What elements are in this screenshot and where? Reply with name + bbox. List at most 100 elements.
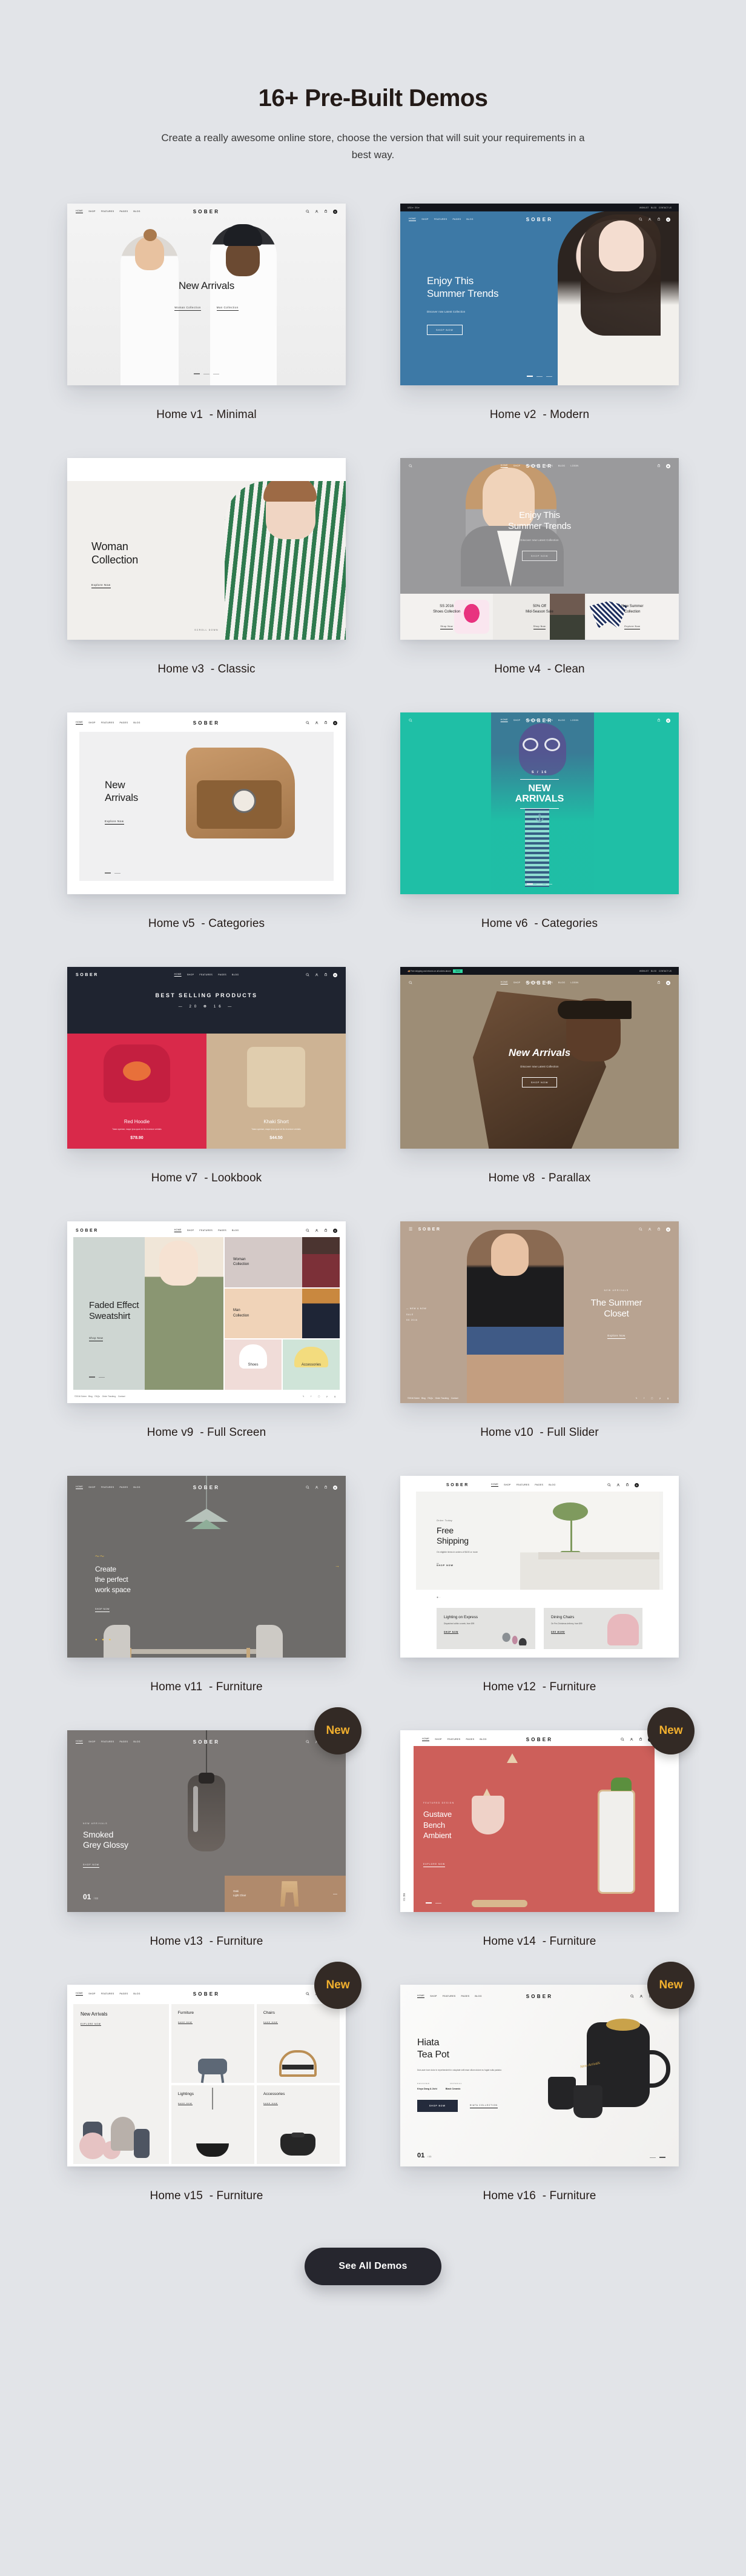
demo-card-v2[interactable]: Enjoy This Summer Trends Discover now La… [400,199,679,453]
promo-tile[interactable]: Dining Chairs On Pre-Christmas delivery,… [544,1608,642,1650]
nav-link-home[interactable]: HOME [490,1483,499,1487]
slider-dots[interactable] [89,1376,105,1378]
nav-links[interactable]: HOME SHOP FEATURES PAGES BLOG [409,217,474,222]
demo-preview-v3[interactable]: Woman Collection Explore Now SCROLL DOWN… [67,458,346,640]
search-icon[interactable] [630,1994,634,1998]
cart-icon[interactable] [324,210,328,213]
cart-icon[interactable] [324,1486,328,1489]
demo-preview-v8[interactable]: New Arrivals Discover now Latest Collect… [400,967,679,1149]
demo-card-v14[interactable]: New FEATURED DESIGN Gustave Bench Ambien… [400,1707,695,1980]
hero-link[interactable]: Shop Now [89,1336,104,1341]
search-icon[interactable] [409,719,412,722]
search-icon[interactable] [306,1486,309,1489]
nav-link-features[interactable]: FEATURES [101,1486,114,1489]
category-tile[interactable]: Chairs SHOP NOW [256,2004,340,2083]
nav-link-shop[interactable]: SHOP [88,210,96,213]
nav-link-login[interactable]: LOGIN [570,981,578,984]
demo-label-v9[interactable]: Home v9 - Full Screen [67,1426,346,1439]
nav-link-pages[interactable]: PAGES [119,210,128,213]
slider-dots[interactable]: ● · [437,1596,440,1599]
next-arrow-icon[interactable]: — [333,1892,337,1896]
tile-link[interactable]: SHOP NOW [263,2021,278,2025]
nav-link-blog[interactable]: BLOG [466,218,473,221]
cart-icon[interactable] [657,217,661,221]
search-icon[interactable] [306,210,309,213]
nav-link-blog[interactable]: BLOG [232,1229,239,1232]
nav-link-home[interactable]: HOME [174,1229,182,1233]
nav-link-shop[interactable]: SHOP [513,719,521,722]
demo-label-v6[interactable]: Home v6 - Categories [400,917,679,931]
demo-card-v8[interactable]: New Arrivals Discover now Latest Collect… [400,962,679,1217]
brand-logo[interactable]: SOBER [193,1485,220,1490]
demo-label-v12[interactable]: Home v12 - Furniture [400,1681,679,1694]
demo-card-v13[interactable]: New NEW ARRIVALS Smoked Grey Glossy SHOP… [67,1707,361,1980]
slider-dots[interactable] [426,1902,441,1904]
nav-links[interactable]: HOME SHOP FEATURES PAGES BLOG [76,1486,140,1490]
nav-link-home[interactable]: HOME [76,1486,84,1490]
slider-dots[interactable] [527,883,552,885]
hero-link[interactable]: Explore Now [91,583,111,588]
nav-link-shop[interactable]: SHOP [187,1229,194,1232]
tile-link[interactable]: Explore Now [624,625,641,629]
tile-link[interactable]: SHOP NOW [177,2021,193,2025]
brand-logo[interactable]: SOBER [193,720,220,726]
nav-link-features[interactable]: FEATURES [101,722,114,724]
brand-logo[interactable]: SOBER [446,1483,469,1487]
demo-preview-v2[interactable]: Enjoy This Summer Trends Discover now La… [400,204,679,386]
tile-link[interactable]: Shop Now [533,625,546,629]
nav-link-home[interactable]: HOME [500,719,508,723]
search-icon[interactable] [306,973,309,977]
tile-link[interactable]: Shop Now [440,625,453,629]
footer-links[interactable]: ©2016 Sober Blog FAQs Order Tracking Con… [74,1395,125,1398]
search-icon[interactable] [607,1483,611,1487]
promo-tile[interactable]: 50% Off Mid-Season Sale Shop Now [493,594,586,640]
demo-preview-v1[interactable]: New Arrivals Woman Collection Man Collect… [67,204,346,386]
brand-logo[interactable]: SOBER [526,980,553,986]
demo-preview-v15[interactable]: New Arrivals EXPLORE NOW Furniture SHOP … [67,1985,346,2167]
hero-button[interactable]: SHOP NOW [417,2100,458,2113]
nav-link-features[interactable]: FEATURES [101,1741,114,1743]
see-all-demos-button[interactable]: See All Demos [305,2248,441,2286]
cart-icon[interactable] [657,464,661,468]
demo-card-v5[interactable]: New Arrivals Explore Now HOME SHOP FEATURE… [67,708,346,962]
nav-link-pages[interactable]: PAGES [119,1486,128,1489]
demo-card-v12[interactable]: Order Today Free Shipping On eligible it… [400,1471,679,1725]
hero-link[interactable]: SHOP NOW [83,1864,99,1868]
demo-label-v3[interactable]: Home v3 - Classic [67,663,346,676]
topbar-right[interactable]: WISHLIST BLOG CONTACT US [639,970,672,972]
hero-link[interactable]: Man Collection [216,306,239,311]
social-icons[interactable]: 𝕏 f ▢ p g [636,1397,672,1399]
nav-links[interactable]: HOME SHOP FEATURES PAGES BLOG [76,210,140,214]
nav-link-blog[interactable]: BLOG [558,465,565,467]
hero-link[interactable]: HIATA COLLECTION [469,2104,498,2108]
search-icon[interactable] [306,1740,309,1744]
demo-card-v3[interactable]: Woman Collection Explore Now SCROLL DOWN… [67,453,346,708]
nav-link-pages[interactable]: PAGES [218,974,226,976]
user-icon[interactable] [315,721,319,725]
next-arrow-icon[interactable]: → [335,1563,340,1569]
hero-button[interactable]: — SHOP NOW [437,1562,478,1567]
nav-link-shop[interactable]: SHOP [513,981,521,984]
nav-link-features[interactable]: FEATURES [199,974,213,976]
hamburger-icon[interactable]: ☰ [409,1227,413,1232]
demo-card-v9[interactable]: Faded Effect Sweatshirt Shop Now Woman C… [67,1217,346,1471]
demo-label-v8[interactable]: Home v8 - Parallax [400,1172,679,1185]
nav-link-shop[interactable]: SHOP [430,1995,437,1997]
brand-logo[interactable]: SOBER [76,973,99,977]
demo-card-v6[interactable]: S / 16 NEW ARRIVALS ⚓ HOME SHOP FEATURES PA… [400,708,679,962]
nav-link-shop[interactable]: SHOP [504,1484,511,1486]
user-icon[interactable] [315,1486,319,1489]
nav-icons[interactable]: 0 [306,1485,337,1490]
nav-link-login[interactable]: LOGIN [570,719,578,722]
user-icon[interactable] [315,973,319,977]
nav-link-features[interactable]: FEATURES [101,210,114,213]
product-tile[interactable]: Oaki Light Chair — [225,1876,346,1913]
promo-tile[interactable]: Lighting on Express Dispatched within a … [437,1608,535,1650]
user-icon[interactable] [315,1229,319,1232]
category-tile[interactable]: Woman Collection [225,1237,340,1287]
cart-icon[interactable] [657,719,661,722]
product-card[interactable]: Red Hoodie Totam aperiam, eaque ipsa qua… [67,1034,206,1149]
slider-dots[interactable] [527,376,552,377]
nav-link-home[interactable]: HOME [500,464,508,468]
demo-card-v4[interactable]: Enjoy This Summer Trends Discover now La… [400,453,679,708]
